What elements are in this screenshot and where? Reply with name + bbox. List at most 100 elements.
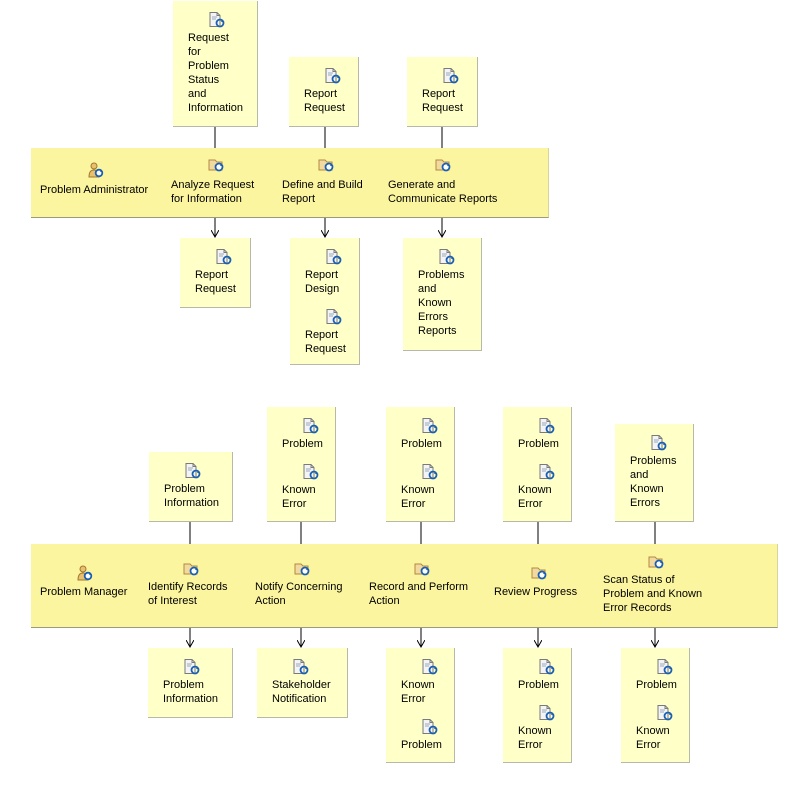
output-artifact-box[interactable]: Stakeholder Notification xyxy=(257,648,348,718)
task-icon xyxy=(414,561,431,577)
document-icon xyxy=(184,463,201,479)
artifact-item[interactable]: Problem Information xyxy=(164,463,219,510)
artifact-item[interactable]: Problem xyxy=(636,659,677,692)
task-label[interactable]: Notify Concerning Action xyxy=(255,580,342,608)
document-icon xyxy=(650,435,667,451)
artifact-label: Known Error xyxy=(518,725,552,751)
input-artifact-box[interactable]: Report Request xyxy=(289,57,359,127)
artifact-label: Stakeholder Notification xyxy=(272,679,331,705)
document-icon xyxy=(438,249,455,265)
task-label[interactable]: Define and Build Report xyxy=(282,178,363,206)
artifact-label: Problem xyxy=(401,739,442,751)
artifact-item[interactable]: Report Design xyxy=(305,249,342,296)
artifact-item[interactable]: Known Error xyxy=(518,464,555,511)
artifact-label: Known Error xyxy=(401,679,435,705)
artifact-label: Problems and Known Errors xyxy=(630,455,677,509)
artifact-item[interactable]: Report Request xyxy=(195,249,236,296)
document-icon xyxy=(208,12,225,28)
output-artifact-box[interactable]: Known Error Problem xyxy=(386,648,455,763)
artifact-label: Known Error xyxy=(401,484,435,510)
output-artifact-box[interactable]: Problem Known Error xyxy=(503,648,572,763)
artifact-label: Problem Information xyxy=(163,679,219,705)
artifact-label: Problem xyxy=(282,438,323,450)
input-artifact-box[interactable]: Problem Known Error xyxy=(386,407,455,522)
input-artifact-box[interactable]: Problems and Known Errors xyxy=(615,424,694,522)
artifact-label: Problem xyxy=(636,679,677,691)
artifact-label: Report Request xyxy=(305,329,346,355)
output-artifact-box[interactable]: Problems and Known Errors Reports xyxy=(403,238,482,351)
task-icon xyxy=(294,561,311,577)
artifact-item[interactable]: Problem Information xyxy=(163,659,218,706)
role-person-icon xyxy=(76,565,93,581)
artifact-item[interactable]: Report Request xyxy=(304,68,345,115)
task-icon xyxy=(208,157,225,173)
input-artifact-box[interactable]: Request for Problem Status and Informati… xyxy=(173,1,258,127)
artifact-item[interactable]: Problem xyxy=(282,418,323,451)
artifact-label: Known Error xyxy=(636,725,670,751)
task-icon xyxy=(183,561,200,577)
artifact-label: Request for Problem Status and Informati… xyxy=(188,32,244,114)
input-artifact-box[interactable]: Problem Known Error xyxy=(503,407,572,522)
document-icon xyxy=(325,309,342,325)
artifact-label: Problem Information xyxy=(164,483,220,509)
output-artifact-box[interactable]: Problem Information xyxy=(148,648,233,718)
artifact-label: Report Design xyxy=(305,269,340,295)
artifact-label: Problem xyxy=(518,679,559,691)
artifact-label: Problem xyxy=(518,438,559,450)
document-icon xyxy=(538,418,555,434)
task-label[interactable]: Identify Records of Interest xyxy=(148,580,227,608)
role-label[interactable]: Problem Administrator xyxy=(40,183,148,197)
artifact-item[interactable]: Report Request xyxy=(305,309,346,356)
artifact-label: Known Error xyxy=(518,484,552,510)
artifact-item[interactable]: Problem xyxy=(401,719,442,752)
artifact-item[interactable]: Known Error xyxy=(282,464,319,511)
document-icon xyxy=(292,659,309,675)
document-icon xyxy=(538,659,555,675)
task-icon xyxy=(435,157,452,173)
input-artifact-box[interactable]: Problem Known Error xyxy=(267,407,336,522)
role-label[interactable]: Problem Manager xyxy=(40,585,127,599)
artifact-item[interactable]: Known Error xyxy=(401,464,438,511)
task-label[interactable]: Analyze Request for Information xyxy=(171,178,254,206)
output-artifact-box[interactable]: Report Request xyxy=(180,238,251,308)
task-label[interactable]: Scan Status of Problem and Known Error R… xyxy=(603,573,702,615)
artifact-item[interactable]: Known Error xyxy=(401,659,438,706)
artifact-item[interactable]: Report Request xyxy=(422,68,463,115)
artifact-item[interactable]: Stakeholder Notification xyxy=(272,659,331,706)
task-icon xyxy=(531,565,548,581)
input-artifact-box[interactable]: Report Request xyxy=(407,57,478,127)
artifact-item[interactable]: Problems and Known Errors Reports xyxy=(418,249,464,338)
document-icon xyxy=(538,705,555,721)
artifact-item[interactable]: Problem xyxy=(518,418,559,451)
document-icon xyxy=(325,249,342,265)
document-icon xyxy=(215,249,232,265)
document-icon xyxy=(421,464,438,480)
document-icon xyxy=(656,659,673,675)
artifact-label: Problems and Known Errors Reports xyxy=(418,269,465,337)
output-artifact-box[interactable]: Problem Known Error xyxy=(621,648,690,763)
artifact-item[interactable]: Known Error xyxy=(636,705,673,752)
artifact-label: Problem xyxy=(401,438,442,450)
input-artifact-box[interactable]: Problem Information xyxy=(149,452,233,522)
artifact-item[interactable]: Known Error xyxy=(518,705,555,752)
artifact-label: Report Request xyxy=(422,88,463,114)
task-icon xyxy=(648,554,665,570)
document-icon xyxy=(442,68,459,84)
document-icon xyxy=(421,719,438,735)
artifact-item[interactable]: Problem xyxy=(518,659,559,692)
artifact-item[interactable]: Request for Problem Status and Informati… xyxy=(188,12,243,115)
document-icon xyxy=(302,464,319,480)
task-label[interactable]: Review Progress xyxy=(494,585,577,599)
output-artifact-box[interactable]: Report Design Report Request xyxy=(290,238,360,365)
role-person-icon xyxy=(87,162,104,178)
task-icon xyxy=(318,157,335,173)
document-icon xyxy=(656,705,673,721)
task-label[interactable]: Record and Perform Action xyxy=(369,580,468,608)
document-icon xyxy=(302,418,319,434)
task-label[interactable]: Generate and Communicate Reports xyxy=(388,178,497,206)
artifact-label: Report Request xyxy=(195,269,236,295)
artifact-item[interactable]: Problem xyxy=(401,418,442,451)
artifact-item[interactable]: Problems and Known Errors xyxy=(630,435,676,510)
document-icon xyxy=(538,464,555,480)
document-icon xyxy=(183,659,200,675)
